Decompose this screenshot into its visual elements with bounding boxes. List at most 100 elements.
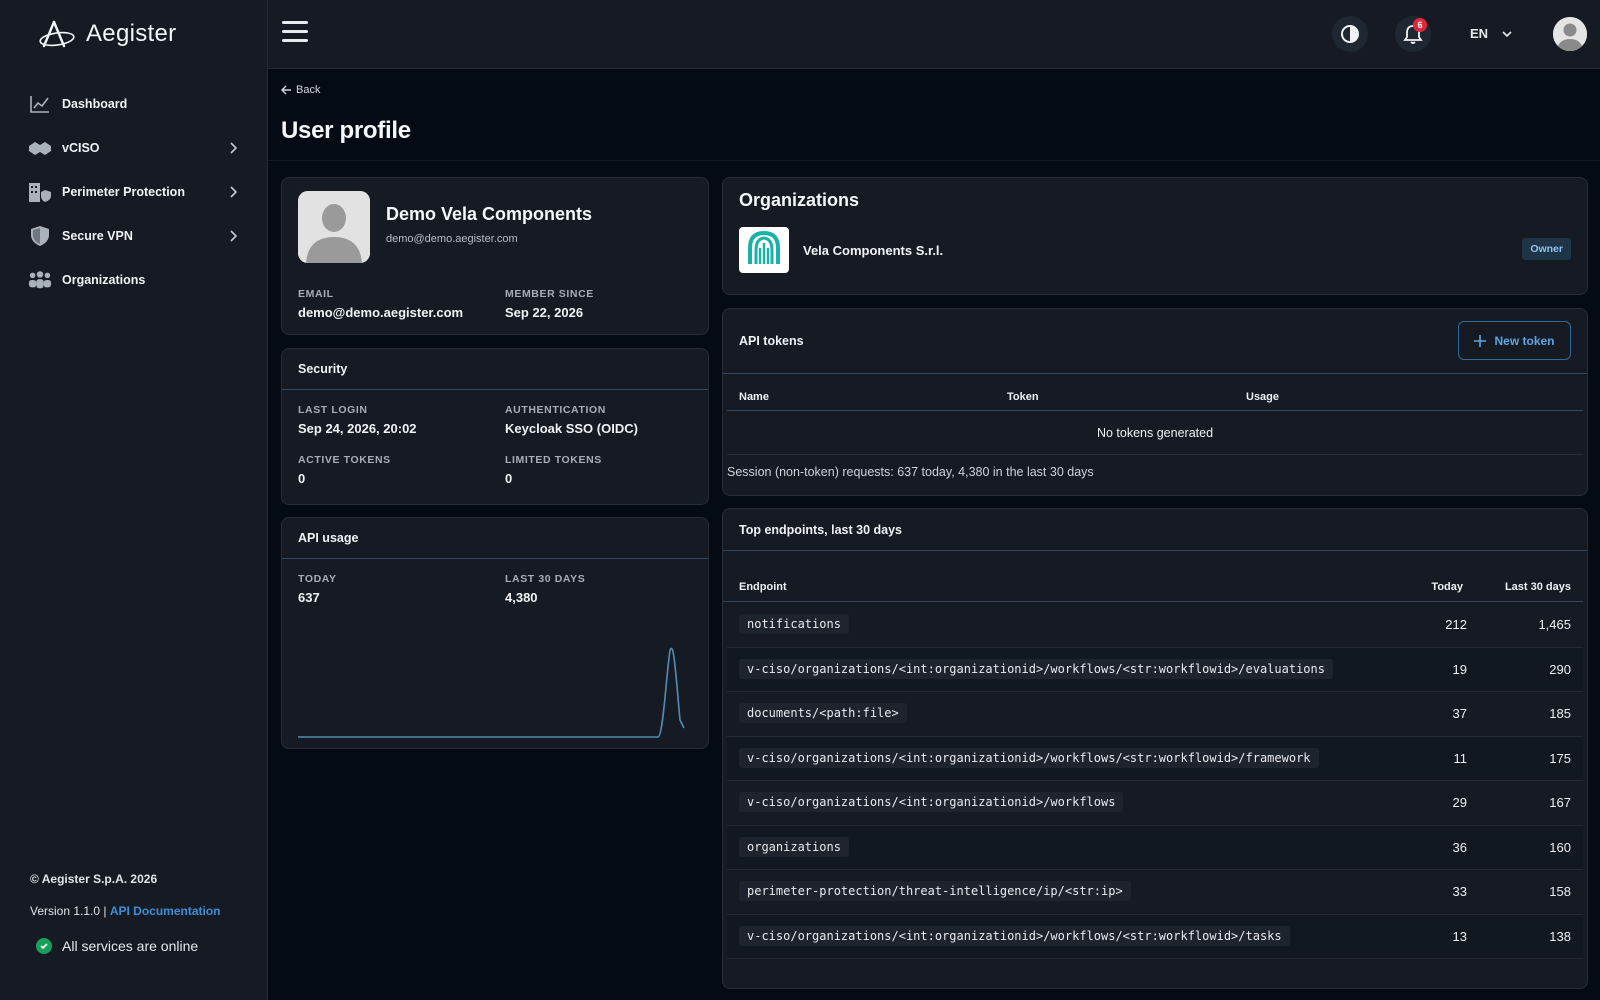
column-header: Token xyxy=(1007,391,1039,403)
new-token-button[interactable]: New token xyxy=(1458,321,1571,360)
today-count: 212 xyxy=(1445,617,1467,632)
brand-name: Aegister xyxy=(86,20,177,47)
sidebar-item-label: Organizations xyxy=(62,273,146,287)
sidebar: Aegister Dashboard vCISO Perimeter Prote… xyxy=(0,0,268,1000)
back-link[interactable]: Back xyxy=(281,84,320,96)
sidebar-item-secure-vpn[interactable]: Secure VPN xyxy=(0,214,268,258)
column-header: Last 30 days xyxy=(1504,581,1571,593)
language-selector[interactable]: EN xyxy=(1470,26,1512,41)
endpoints-table-body: notifications 212 1,465 v-ciso/organizat… xyxy=(727,603,1583,959)
today-count: 33 xyxy=(1452,884,1467,899)
table-row: notifications 212 1,465 xyxy=(727,603,1583,648)
theme-toggle-button[interactable] xyxy=(1332,16,1368,52)
endpoint-path: documents/<path:file> xyxy=(739,703,907,723)
endpoint-path: organizations xyxy=(739,836,849,857)
organization-logo xyxy=(739,227,789,273)
stat-label: LAST 30 DAYS xyxy=(505,573,586,585)
api-usage-details: TODAY 637 LAST 30 DAYS 4,380 xyxy=(282,573,708,605)
stat-value: Sep 22, 2026 xyxy=(505,305,584,320)
table-row: perimeter-protection/threat-intelligence… xyxy=(727,870,1583,915)
stat-label: EMAIL xyxy=(298,288,334,300)
stat-label: TODAY xyxy=(298,573,337,585)
chevron-right-icon xyxy=(226,185,240,199)
last-30-days-count: 138 xyxy=(1549,928,1571,944)
role-badge: Owner xyxy=(1522,238,1571,260)
copyright-text: © Aegister S.p.A. 2026 xyxy=(30,872,158,886)
stat-value: 637 xyxy=(298,590,320,605)
brand-logo[interactable]: Aegister xyxy=(38,18,176,50)
handshake-icon xyxy=(28,136,52,160)
check-circle-icon xyxy=(36,938,52,954)
endpoint-path: v-ciso/organizations/<int:organizationid… xyxy=(739,925,1290,946)
sidebar-item-vciso[interactable]: vCISO xyxy=(0,126,268,170)
column-header: Today xyxy=(1431,581,1463,593)
last-30-days-count: 167 xyxy=(1549,795,1571,810)
last-30-days-count: 158 xyxy=(1549,884,1571,899)
limited-tokens-stat: LIMITED TOKENS 0 xyxy=(505,454,705,486)
stat-value: 0 xyxy=(505,471,513,486)
building-shield-icon xyxy=(28,180,52,204)
menu-toggle-icon[interactable] xyxy=(282,21,308,45)
plus-icon xyxy=(1474,334,1487,347)
status-text: All services are online xyxy=(62,938,199,954)
table-row: documents/<path:file> 37 185 xyxy=(727,692,1583,737)
vela-logo-icon xyxy=(748,231,780,264)
contrast-icon xyxy=(1341,25,1359,43)
version-text: Version 1.1.0 | xyxy=(30,904,107,918)
authentication-stat: AUTHENTICATION Keycloak SSO (OIDC) xyxy=(505,404,705,436)
top-endpoints-card: Top endpoints, last 30 days Endpoint Tod… xyxy=(722,508,1588,989)
card-title: Top endpoints, last 30 days xyxy=(723,509,1587,551)
card-title: Organizations xyxy=(739,190,860,210)
stat-label: ACTIVE TOKENS xyxy=(298,454,391,466)
back-label: Back xyxy=(296,84,321,96)
new-token-label: New token xyxy=(1494,333,1555,348)
session-requests-note: Session (non-token) requests: 637 today,… xyxy=(727,465,1094,479)
stat-label: AUTHENTICATION xyxy=(505,404,606,416)
email-stat: EMAIL demo@demo.aegister.com xyxy=(298,288,505,320)
page-title: User profile xyxy=(281,117,411,144)
avatar-icon xyxy=(298,191,370,263)
sidebar-nav: Dashboard vCISO Perimeter Protection Sec… xyxy=(0,82,268,302)
table-row: organizations 36 160 xyxy=(727,825,1583,870)
sparkline-chart xyxy=(298,647,685,738)
version-line: Version 1.1.0 | API Documentation xyxy=(30,904,221,918)
chevron-right-icon xyxy=(226,229,240,243)
divider xyxy=(268,160,1600,161)
today-stat: TODAY 637 xyxy=(298,573,505,605)
api-documentation-link[interactable]: API Documentation xyxy=(110,904,221,918)
sidebar-item-label: Dashboard xyxy=(62,97,128,111)
api-usage-sparkline xyxy=(298,638,688,748)
today-count: 29 xyxy=(1452,795,1467,810)
chevron-down-icon xyxy=(1502,30,1512,37)
chevron-right-icon xyxy=(226,141,240,155)
table-row: v-ciso/organizations/<int:organizationid… xyxy=(727,647,1583,692)
endpoint-path: notifications xyxy=(739,614,849,634)
column-header: Usage xyxy=(1246,391,1280,403)
user-avatar-button[interactable] xyxy=(1553,17,1587,51)
stat-label: LIMITED TOKENS xyxy=(505,454,602,466)
sidebar-item-organizations[interactable]: Organizations xyxy=(0,258,268,302)
endpoint-path: v-ciso/organizations/<int:organizationid… xyxy=(739,658,1333,679)
organization-name[interactable]: Vela Components S.r.l. xyxy=(803,243,943,258)
stat-value: 4,380 xyxy=(505,590,538,605)
stat-value: demo@demo.aegister.com xyxy=(298,305,464,320)
card-title: Security xyxy=(282,349,708,390)
sidebar-item-dashboard[interactable]: Dashboard xyxy=(0,82,268,126)
endpoint-path: perimeter-protection/threat-intelligence… xyxy=(739,881,1131,901)
endpoint-path: v-ciso/organizations/<int:organizationid… xyxy=(739,792,1124,812)
aegister-logo-icon xyxy=(39,20,75,48)
service-status: All services are online xyxy=(36,938,221,954)
sidebar-item-label: Secure VPN xyxy=(62,229,133,243)
profile-avatar xyxy=(298,191,370,263)
profile-email: demo@demo.aegister.com xyxy=(386,233,518,245)
table-row: v-ciso/organizations/<int:organizationid… xyxy=(727,781,1583,826)
table-row: v-ciso/organizations/<int:organizationid… xyxy=(727,736,1583,781)
last-login-stat: LAST LOGIN Sep 24, 2026, 20:02 xyxy=(298,404,505,436)
sidebar-item-perimeter-protection[interactable]: Perimeter Protection xyxy=(0,170,268,214)
last-30-days-count: 160 xyxy=(1549,839,1571,855)
column-header: Name xyxy=(739,391,769,403)
stat-value: Sep 24, 2026, 20:02 xyxy=(298,421,417,436)
stat-label: LAST LOGIN xyxy=(298,404,368,416)
notifications-button[interactable]: 6 xyxy=(1395,16,1431,52)
avatar-icon xyxy=(1553,17,1587,51)
